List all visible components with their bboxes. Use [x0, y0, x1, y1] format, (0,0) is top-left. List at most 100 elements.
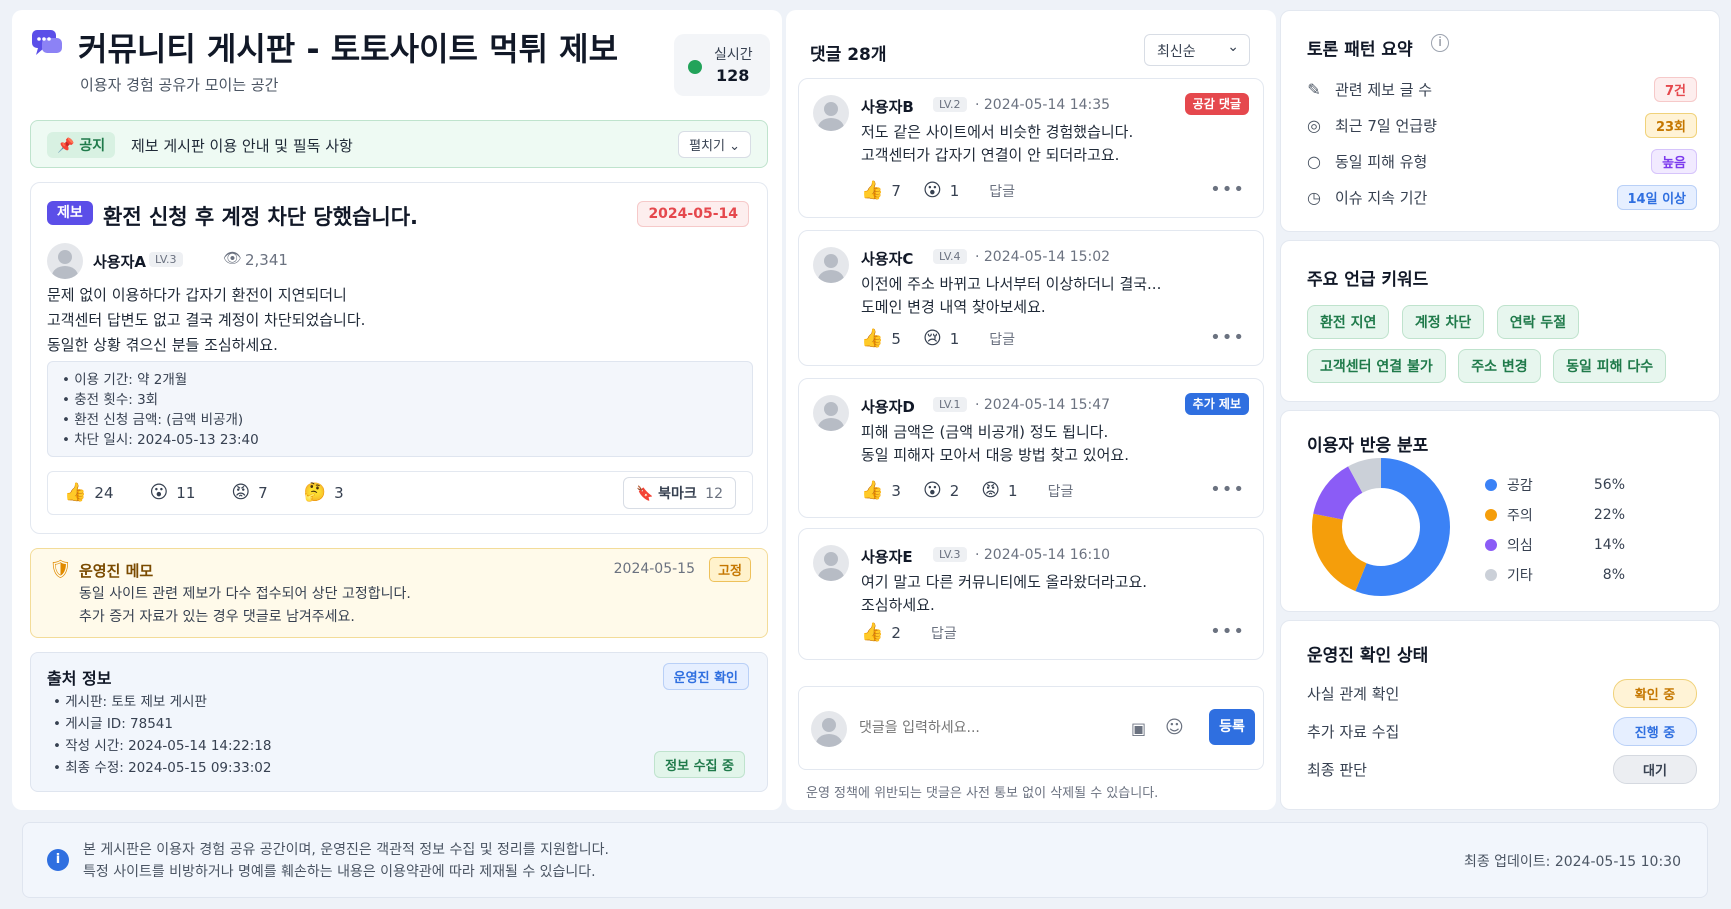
legend-value: 56%	[1593, 477, 1625, 493]
shield-icon: 🛡	[49, 559, 72, 580]
keyword-tag[interactable]: 고객센터 연결 불가	[1307, 349, 1446, 383]
bookmark-button[interactable]: 🔖 북마크 12	[623, 477, 736, 509]
reaction-count: 5	[891, 330, 901, 348]
keyword-tag[interactable]: 환전 지연	[1307, 305, 1390, 339]
reaction-count: 11	[176, 484, 196, 502]
reply-button[interactable]: 답글	[1048, 481, 1074, 501]
status-label: 추가 자료 수집	[1307, 723, 1400, 741]
post-body-line: 고객센터 답변도 없고 결국 계정이 차단되었습니다.	[47, 311, 366, 329]
summary-label: 동일 피해 유형	[1335, 152, 1428, 171]
summary-value: 14일 이상	[1616, 184, 1697, 210]
reaction-wow-button[interactable]: 😮 11	[150, 483, 196, 503]
surprised-face-icon: 😮	[922, 480, 942, 501]
status-badge-checking: 확인 중	[1613, 679, 1697, 708]
notice-expand-label: 펼치기	[689, 139, 725, 154]
legend-item: 기타 8%	[1485, 565, 1625, 585]
comments-panel: 댓글 28개 최신순 ⌄ 사용자B LV.2 · 2024-05-14 14:35 공…	[786, 10, 1276, 810]
more-options-icon[interactable]: •••	[1210, 327, 1245, 348]
more-options-icon[interactable]: •••	[1210, 479, 1245, 500]
keyword-tag[interactable]: 연락 두절	[1496, 305, 1580, 339]
clock-icon: ◷	[1307, 187, 1321, 207]
thumbs-up-icon: 👍	[861, 180, 884, 201]
comment-card: 사용자D LV.1 · 2024-05-14 15:47 추가 제보 피해 금액은 (금…	[798, 378, 1264, 518]
comment-time: · 2024-05-14 15:47	[975, 397, 1111, 413]
more-options-icon[interactable]: •••	[1210, 179, 1245, 200]
comment-author: 사용자B	[861, 98, 914, 116]
post-views: 2,341	[245, 251, 288, 269]
reaction-count: 1	[949, 330, 960, 348]
submit-comment-button[interactable]: 등록	[1209, 709, 1255, 745]
comment-line: 도메인 변경 내역 찾아보세요.	[861, 298, 1046, 316]
post-body: 문제 없이 이용하다가 갑자기 환전이 지연되더니 고객센터 답변도 없고 결국…	[47, 283, 365, 358]
thumbs-up-icon: 👍	[861, 480, 884, 501]
bookmark-label: 북마크	[658, 486, 697, 502]
live-dot	[688, 60, 702, 74]
source-title: 출처 정보	[47, 669, 112, 688]
notice-bar[interactable]: 📌 공지 제보 게시판 이용 안내 및 필독 사항 펼치기 ⌄	[30, 120, 768, 168]
keyword-list: 환전 지연 계정 차단 연락 두절 고객센터 연결 불가 주소 변경 동일 피해…	[1307, 305, 1707, 393]
reply-button[interactable]: 답글	[931, 623, 957, 643]
comment-reaction-button[interactable]: 😮 1	[923, 181, 959, 201]
comment-time: · 2024-05-14 14:35	[975, 97, 1111, 113]
surprised-face-icon: 😮	[149, 482, 169, 503]
reply-button[interactable]: 답글	[989, 181, 1015, 201]
more-options-icon[interactable]: •••	[1210, 621, 1245, 642]
comment-body: 이전에 주소 바뀌고 나서부터 이상하더니 결국... 도메인 변경 내역 찾아보…	[861, 273, 1161, 319]
post-author: 사용자A	[93, 253, 147, 271]
comment-reaction-button[interactable]: 😡 1	[981, 481, 1017, 501]
reaction-thinking-button[interactable]: 🤔 3	[304, 483, 344, 503]
keyword-tag[interactable]: 계정 차단	[1401, 305, 1485, 339]
summary-value: 23회	[1644, 112, 1697, 138]
comment-card: 사용자B LV.2 · 2024-05-14 14:35 공감 댓글 저도 같은 사이트…	[798, 78, 1264, 218]
comment-avatar	[813, 545, 849, 581]
keywords-title: 주요 언급 키워드	[1307, 270, 1429, 290]
comment-composer: ▣ ☺ 등록	[798, 686, 1264, 770]
reply-button[interactable]: 답글	[989, 329, 1015, 349]
page-title: 커뮤니티 게시판 - 토토사이트 먹튀 제보	[78, 30, 619, 68]
reaction-like-button[interactable]: 👍 24	[64, 483, 114, 503]
status-label: 사실 관계 확인	[1307, 685, 1400, 703]
angry-face-icon: 😡	[231, 482, 251, 503]
post-detail-item: • 충전 횟수: 3회	[62, 392, 159, 408]
reaction-angry-button[interactable]: 😡 7	[231, 483, 267, 503]
legend-item: 주의 22%	[1485, 505, 1625, 525]
keyword-tag[interactable]: 동일 피해 다수	[1553, 349, 1667, 383]
comment-policy-note: 운영 정책에 위반되는 댓글은 사전 통보 없이 삭제될 수 있습니다.	[806, 786, 1159, 801]
comment-reaction-button[interactable]: 👍 7	[861, 181, 901, 201]
thumbs-up-icon: 👍	[861, 328, 884, 349]
source-item: • 게시글 ID: 78541	[53, 716, 173, 732]
chevron-down-icon: ⌄	[1227, 39, 1239, 55]
comment-input[interactable]	[859, 709, 1127, 747]
summary-value: 높음	[1651, 148, 1697, 174]
notice-text: 제보 게시판 이용 안내 및 필독 사항	[131, 137, 353, 155]
comment-avatar	[813, 247, 849, 283]
comment-reaction-button[interactable]: 👍 5	[861, 329, 901, 349]
sort-dropdown[interactable]: 최신순 ⌄	[1144, 34, 1250, 66]
emoji-picker-icon[interactable]: ☺	[1165, 717, 1184, 738]
legend-item: 의심 14%	[1485, 535, 1625, 555]
comment-reaction-button[interactable]: 😢 1	[923, 329, 959, 349]
notice-expand-button[interactable]: 펼치기 ⌄	[678, 131, 751, 158]
comment-reaction-button[interactable]: 👍 2	[861, 623, 901, 643]
comment-reaction-button[interactable]: 👍 3	[861, 481, 901, 501]
comment-time: · 2024-05-14 15:02	[975, 249, 1111, 265]
info-icon[interactable]: i	[1431, 34, 1449, 52]
admin-memo-date: 2024-05-15	[613, 561, 695, 577]
footer-notice: i 본 게시판은 이용자 경험 공유 공간이며, 운영진은 객관적 정보 수집 …	[22, 822, 1708, 898]
image-attach-icon[interactable]: ▣	[1131, 719, 1146, 738]
comment-badge: 추가 제보	[1184, 393, 1249, 415]
comment-reaction-button[interactable]: 😮 2	[923, 481, 959, 501]
legend-item: 공감 56%	[1485, 475, 1625, 495]
comment-author-level: LV.4	[933, 249, 967, 264]
comment-author-level: LV.2	[933, 97, 967, 112]
post-detail-item: • 이용 기간: 약 2개월	[62, 372, 188, 388]
reaction-donut-chart	[1312, 458, 1450, 596]
legend-label: 기타	[1507, 568, 1533, 584]
thinking-face-icon: 🤔	[303, 482, 327, 503]
bookmark-count: 12	[705, 486, 723, 502]
legend-label: 주의	[1507, 508, 1533, 524]
comment-author: 사용자E	[861, 548, 913, 566]
legend-dot	[1485, 479, 1497, 491]
keyword-tag[interactable]: 주소 변경	[1458, 349, 1541, 383]
live-label: 실시간	[714, 47, 753, 63]
